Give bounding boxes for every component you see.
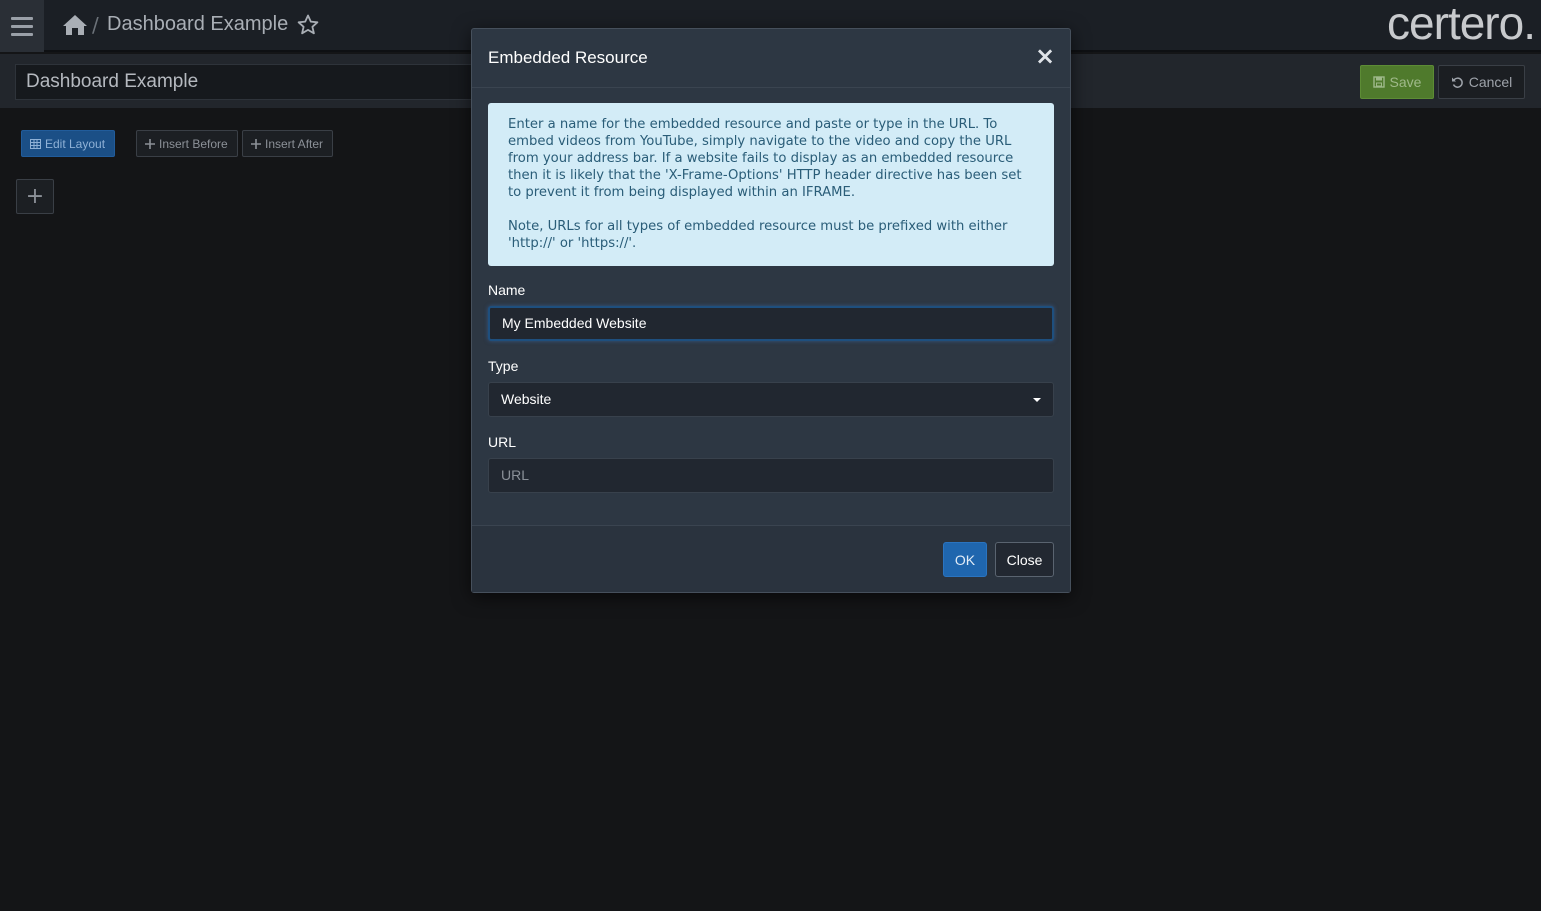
dialog-header: Embedded Resource × xyxy=(472,29,1070,88)
save-icon xyxy=(1372,76,1385,88)
info-paragraph-2: Note, URLs for all types of embedded res… xyxy=(508,219,1008,251)
insert-after-label: Insert After xyxy=(265,136,324,151)
name-label: Name xyxy=(488,282,526,298)
embedded-resource-dialog: Embedded Resource × Enter a name for the… xyxy=(471,28,1071,593)
ok-button[interactable]: OK xyxy=(943,542,987,577)
type-label: Type xyxy=(488,358,519,374)
edit-layout-label: Edit Layout xyxy=(45,136,106,151)
cancel-button[interactable]: Cancel xyxy=(1438,65,1525,99)
info-alert: Enter a name for the embedded resource a… xyxy=(488,103,1054,266)
save-button[interactable]: Save xyxy=(1360,65,1434,99)
save-label: Save xyxy=(1389,74,1422,90)
add-tile-button[interactable]: + xyxy=(16,179,54,214)
breadcrumb-separator: / xyxy=(92,13,99,37)
info-paragraph-1: Enter a name for the embedded resource a… xyxy=(508,117,1022,200)
insert-after-button[interactable]: Insert After xyxy=(242,130,333,157)
page-title: Dashboard Example xyxy=(107,13,289,35)
undo-icon xyxy=(1451,77,1463,88)
grid-icon xyxy=(30,138,41,149)
dialog-title: Embedded Resource xyxy=(488,48,648,67)
caret-down-icon xyxy=(1033,398,1041,402)
close-button[interactable]: Close xyxy=(995,542,1054,577)
brand-logo: certero. xyxy=(1387,0,1536,49)
menu-icon[interactable] xyxy=(0,0,44,52)
plus-icon xyxy=(145,138,155,149)
insert-before-label: Insert Before xyxy=(159,136,228,151)
name-input[interactable]: My Embedded Website xyxy=(488,306,1054,341)
close-icon[interactable]: × xyxy=(1034,44,1056,68)
plus-icon xyxy=(251,138,261,149)
type-select[interactable]: Website xyxy=(488,382,1054,417)
dashboard-name-input[interactable]: Dashboard Example xyxy=(15,64,485,100)
type-selected-value: Website xyxy=(501,391,552,407)
url-label: URL xyxy=(488,434,517,450)
dialog-footer: OK Close xyxy=(472,525,1070,592)
star-icon[interactable] xyxy=(296,13,320,37)
url-input[interactable]: URL xyxy=(488,458,1054,493)
home-icon[interactable] xyxy=(62,13,88,37)
insert-before-button[interactable]: Insert Before xyxy=(136,130,238,157)
edit-layout-button[interactable]: Edit Layout xyxy=(21,130,115,157)
cancel-label: Cancel xyxy=(1468,74,1513,90)
